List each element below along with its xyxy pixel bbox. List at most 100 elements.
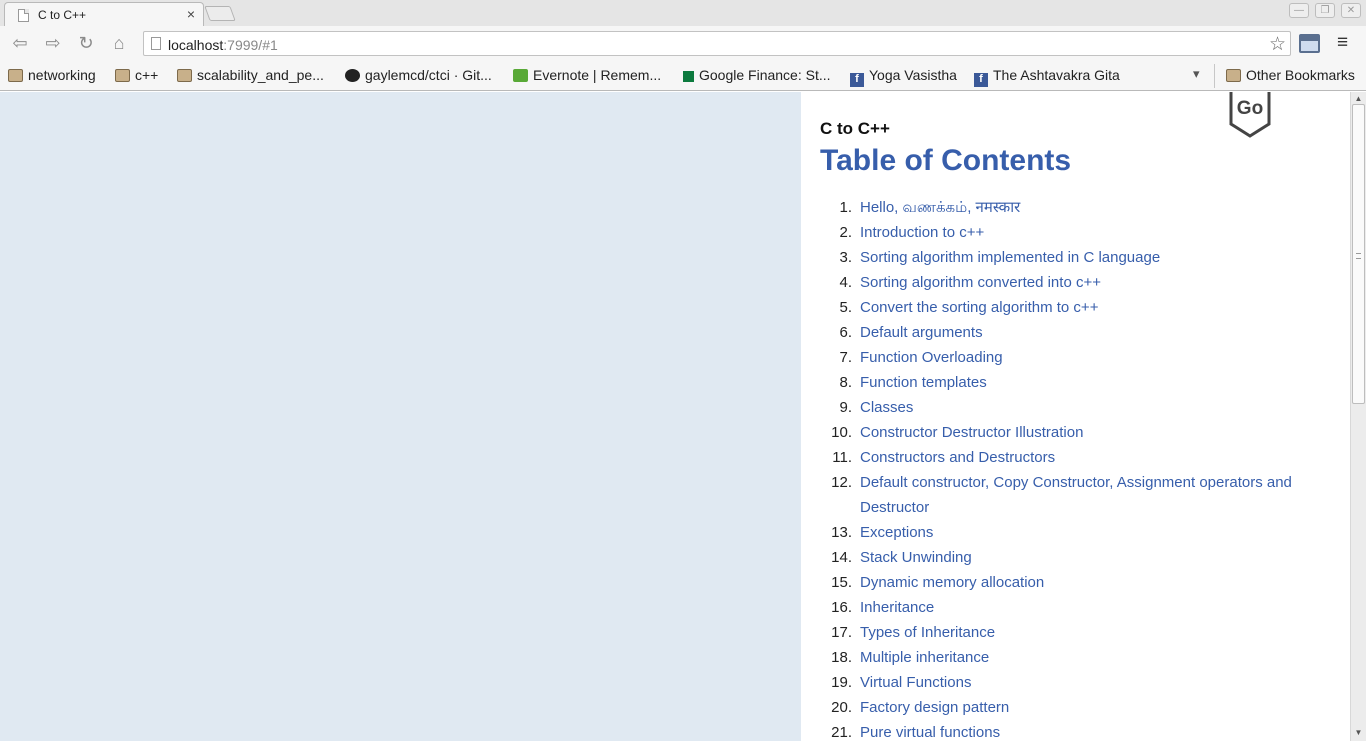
url-text[interactable]: localhost:7999/#1 [168,37,278,53]
folder-icon [8,69,23,82]
document-title: C to C++ [820,119,890,138]
back-icon[interactable]: ⇦ [8,32,32,54]
toc-link[interactable]: Introduction to c++ [860,224,984,241]
toc-item-number: 7. [839,349,852,366]
close-window-icon[interactable]: ✕ [1341,3,1361,18]
toc-item-number: 3. [839,249,852,266]
toc-item-number: 17. [831,624,852,641]
slide-content: Go C to C++ Table of Contents 1. Hello, வ… [801,92,1350,741]
github-icon [345,69,360,82]
bookmark-ashtavakra-gita[interactable]: f The Ashtavakra Gita [974,67,1120,87]
toc-link[interactable]: Default constructor, Copy Constructor, A… [860,474,1292,516]
page-favicon-icon [18,9,29,22]
toc-item: 12. Default constructor, Copy Constructor… [820,470,1340,520]
minimize-icon[interactable]: — [1289,3,1309,18]
home-icon[interactable]: ⌂ [107,32,131,54]
toc-item-number: 1. [839,199,852,216]
toc-item: 17. Types of Inheritance [820,620,1340,645]
toc-item: 2. Introduction to c++ [820,220,1340,245]
toc-item: 16. Inheritance [820,595,1340,620]
toc-item-number: 8. [839,374,852,391]
toc-item: 8. Function templates [820,370,1340,395]
table-of-contents: 1. Hello, வணக்கம், नमस्कार 2. Introduction … [820,195,1340,741]
toc-item-number: 19. [831,674,852,691]
toc-link[interactable]: Types of Inheritance [860,624,995,641]
toc-link[interactable]: Convert the sorting algorithm to c++ [860,299,1098,316]
toc-item: 4. Sorting algorithm converted into c++ [820,270,1340,295]
toc-link[interactable]: Classes [860,399,913,416]
toc-item-number: 5. [839,299,852,316]
toc-item: 10. Constructor Destructor Illustration [820,420,1340,445]
tab-strip: C to C++ × — ❐ ✕ [0,0,1366,26]
bookmark-star-icon[interactable]: ☆ [1269,33,1286,56]
bookmarks-divider [1214,64,1215,88]
toc-item: 7. Function Overloading [820,345,1340,370]
facebook-icon: f [850,73,864,87]
toc-link[interactable]: Factory design pattern [860,699,1009,716]
toc-item-number: 20. [831,699,852,716]
bookmark-evernote[interactable]: Evernote | Remem... [513,67,661,85]
bookmark-yoga-vasistha[interactable]: f Yoga Vasistha [850,67,957,87]
folder-icon [1226,69,1241,82]
close-tab-icon[interactable]: × [187,6,195,22]
go-badge-text: Go [1237,98,1263,119]
bookmark-cpp[interactable]: c++ [115,67,158,85]
toc-item-number: 15. [831,574,852,591]
toc-link[interactable]: Virtual Functions [860,674,971,691]
toc-link[interactable]: Pure virtual functions [860,724,1000,741]
bookmark-google-finance[interactable]: Google Finance: St... [683,67,831,85]
toc-item-number: 6. [839,324,852,341]
toc-link[interactable]: Function templates [860,374,987,391]
go-logo-icon: Go [1229,92,1271,138]
restore-icon[interactable]: ❐ [1315,3,1335,18]
toc-item: 6. Default arguments [820,320,1340,345]
toc-item: 19. Virtual Functions [820,670,1340,695]
toc-link[interactable]: Function Overloading [860,349,1003,366]
toc-link[interactable]: Stack Unwinding [860,549,972,566]
toc-item-number: 2. [839,224,852,241]
toc-link[interactable]: Exceptions [860,524,933,541]
left-pane [0,92,801,741]
extension-icon[interactable] [1299,34,1320,53]
forward-icon[interactable]: ⇨ [41,32,65,54]
chevron-down-icon[interactable]: ▾ [1193,66,1200,82]
toc-item-number: 13. [831,524,852,541]
toc-link[interactable]: Multiple inheritance [860,649,989,666]
menu-icon[interactable]: ≡ [1337,32,1348,54]
scroll-down-icon[interactable]: ▼ [1353,728,1364,738]
bookmark-networking[interactable]: networking [8,67,96,85]
scroll-up-icon[interactable]: ▲ [1353,94,1364,104]
toc-link[interactable]: Dynamic memory allocation [860,574,1044,591]
bookmark-scalability[interactable]: scalability_and_pe... [177,67,324,85]
toc-link[interactable]: Sorting algorithm implemented in C langu… [860,249,1160,266]
toc-item-number: 9. [839,399,852,416]
toc-link[interactable]: Hello, வணக்கம், नमस्कार [860,199,1020,216]
scrollbar-thumb[interactable] [1352,104,1365,404]
vertical-scrollbar[interactable]: ▲ ▼ [1350,92,1366,741]
other-bookmarks[interactable]: Other Bookmarks [1226,67,1355,85]
browser-tab[interactable]: C to C++ × [4,2,204,26]
toc-link[interactable]: Inheritance [860,599,934,616]
page-info-icon[interactable] [151,37,161,50]
toc-item: 1. Hello, வணக்கம், नमस्कार [820,195,1340,220]
toc-item: 3. Sorting algorithm implemented in C lan… [820,245,1340,270]
folder-icon [115,69,130,82]
toc-item: 20. Factory design pattern [820,695,1340,720]
address-bar[interactable]: localhost:7999/#1 ☆ [143,31,1291,56]
toc-link[interactable]: Constructors and Destructors [860,449,1055,466]
toc-item-number: 21. [831,724,852,741]
new-tab-button[interactable] [204,6,236,21]
google-finance-icon [683,71,694,82]
toc-item: 14. Stack Unwinding [820,545,1340,570]
toc-item-number: 10. [831,424,852,441]
reload-icon[interactable]: ↻ [74,32,98,54]
toc-item: 21. Pure virtual functions [820,720,1340,741]
toc-link[interactable]: Sorting algorithm converted into c++ [860,274,1101,291]
tab-title: C to C++ [38,8,87,22]
toc-link[interactable]: Constructor Destructor Illustration [860,424,1083,441]
bookmark-github-ctci[interactable]: gaylemcd/ctci · Git... [345,67,492,85]
toc-link[interactable]: Default arguments [860,324,983,341]
toc-item: 18. Multiple inheritance [820,645,1340,670]
toc-item-number: 14. [831,549,852,566]
folder-icon [177,69,192,82]
